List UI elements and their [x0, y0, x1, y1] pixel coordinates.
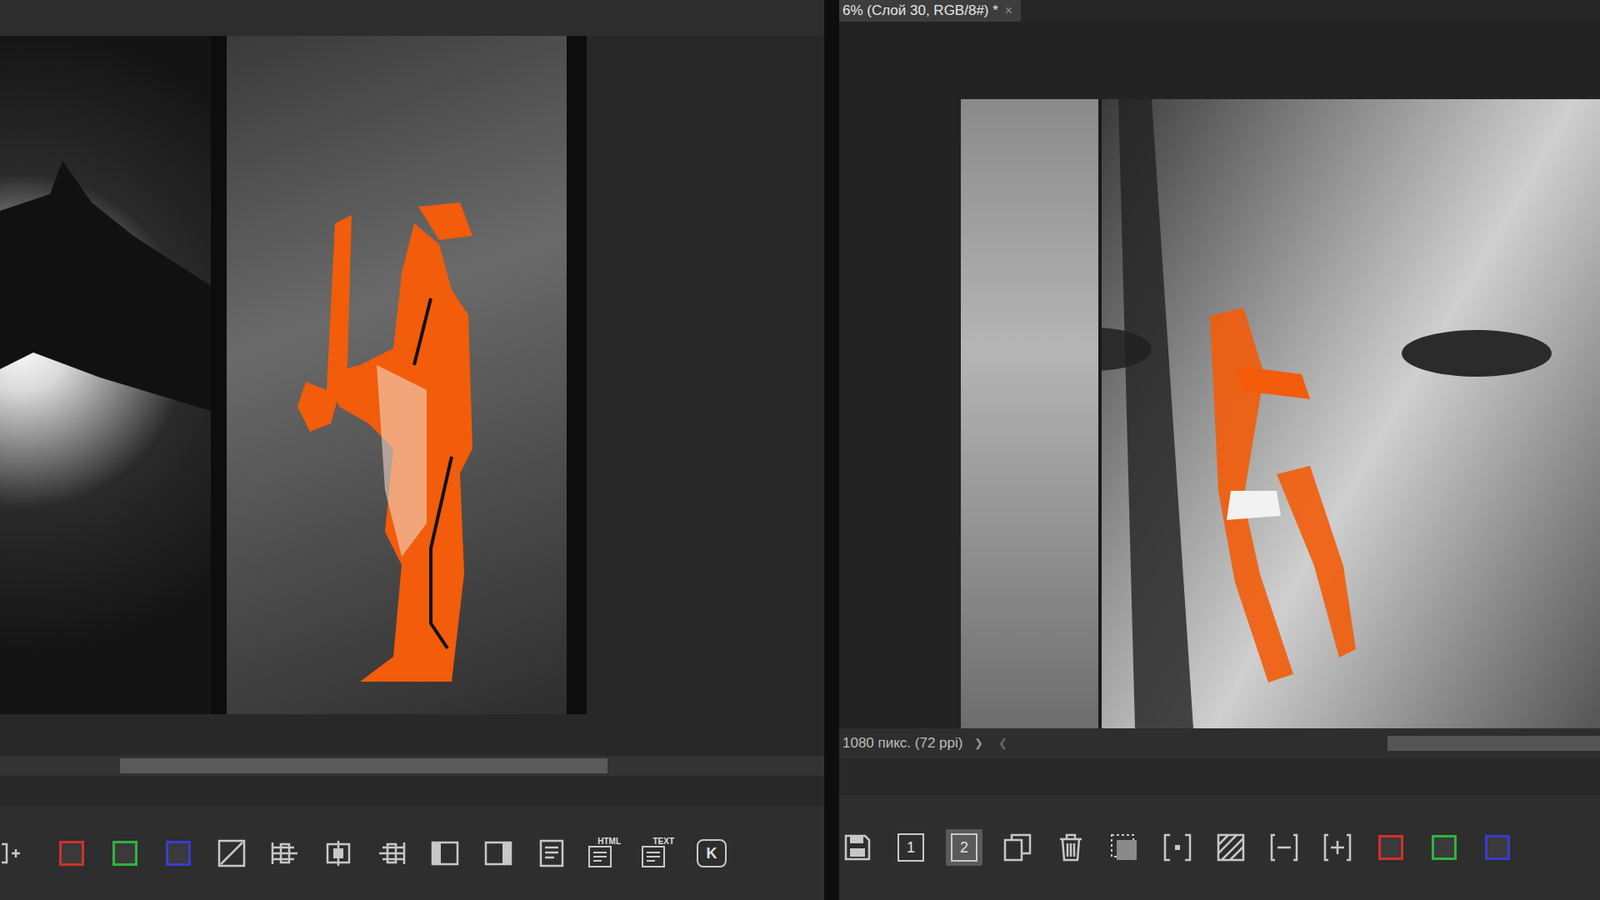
toolbar-button[interactable] — [1212, 829, 1250, 866]
right-document-panel: 6% (Слой 30, RGB/8#) * × — [839, 0, 1600, 900]
document-tab[interactable]: 6% (Слой 30, RGB/8#) * × — [839, 0, 1021, 22]
status: 1080 пикс. (72 ppi) — [839, 732, 963, 755]
toolbar-button[interactable] — [839, 829, 876, 866]
scroll-thumb[interactable] — [1387, 735, 1600, 751]
bracket-icon — [1161, 831, 1194, 864]
icon-label: 1 — [906, 840, 915, 855]
prev-arrow-icon[interactable]: ❮ — [998, 735, 1008, 752]
color-swatch-icon — [165, 840, 191, 866]
toolbar-button[interactable] — [480, 835, 517, 872]
icon-label: HTML — [596, 836, 622, 846]
panel-right-icon — [482, 837, 515, 870]
status-bar: 1080 пикс. (72 ppi) ❯ ❮ — [839, 728, 1600, 759]
page-icon: 2 — [950, 833, 978, 862]
color-swatch-icon — [1378, 835, 1404, 860]
save-icon — [841, 831, 874, 864]
trash-icon — [1055, 831, 1087, 864]
hatch-icon — [1215, 831, 1247, 864]
toolbar-button[interactable] — [533, 835, 570, 872]
toolbar-button[interactable] — [1159, 829, 1196, 866]
color-swatch-icon — [59, 840, 85, 866]
toolbar-button[interactable]: 1 — [892, 829, 930, 866]
next-arrow-icon[interactable]: ❯ — [974, 735, 984, 752]
toolbar-button[interactable] — [1479, 829, 1516, 866]
right-canvas — [839, 99, 1600, 729]
icon-label: TEXT — [651, 836, 675, 846]
toolbar-button[interactable]: TEXT — [640, 835, 677, 872]
photo-divider — [210, 35, 227, 715]
left-toolbar: HTML TEXT K — [0, 806, 825, 900]
toolbar-button[interactable] — [426, 835, 464, 872]
copy-icon — [1001, 831, 1034, 864]
page-icon: 1 — [897, 833, 925, 862]
align-left-icon — [269, 837, 301, 870]
align-right-icon — [375, 837, 408, 870]
icon-label: 2 — [960, 840, 969, 855]
toolbar-button[interactable]: 2 — [945, 829, 983, 866]
align-center-icon — [322, 837, 355, 870]
left-scrollbar[interactable] — [0, 755, 825, 776]
left-top-bar — [0, 0, 825, 36]
toolbar-button[interactable] — [1319, 829, 1356, 866]
document-label-icon: HTML — [588, 836, 622, 870]
plus-icon — [1321, 831, 1354, 864]
right-toolbar: 12 — [839, 795, 1600, 900]
photo-edge — [566, 35, 587, 715]
toolbar-button[interactable] — [1372, 829, 1410, 866]
toolbar-button[interactable] — [0, 835, 37, 872]
toolbar-button[interactable] — [320, 835, 357, 872]
toolbar-button[interactable] — [999, 829, 1036, 866]
document-label-icon: TEXT — [641, 836, 675, 870]
toolbar-button[interactable] — [1425, 829, 1463, 866]
partial-icon — [0, 837, 32, 870]
left-document-panel: HTML TEXT K — [0, 0, 825, 900]
photo-guitarist — [1101, 99, 1600, 729]
toolbar-button[interactable] — [373, 835, 410, 872]
photo-left-strip — [960, 99, 1099, 729]
tab-bar: 6% (Слой 30, RGB/8#) * × — [839, 0, 1600, 22]
toolbar-button[interactable] — [1105, 829, 1143, 866]
tab-title: 6% (Слой 30, RGB/8#) * — [842, 0, 999, 22]
toolbar-button[interactable] — [1052, 829, 1090, 866]
color-swatch-icon — [112, 840, 138, 866]
toolbar-button[interactable] — [53, 835, 90, 872]
doc-icon — [535, 837, 568, 870]
minus-icon — [1268, 831, 1300, 864]
panel-left-icon — [429, 837, 461, 870]
toolbar-button[interactable] — [106, 835, 144, 872]
panel-divider — [824, 0, 840, 900]
photo-hand — [0, 35, 211, 715]
color-swatch-icon — [1485, 835, 1510, 860]
left-canvas — [0, 35, 825, 715]
slash-icon — [215, 837, 248, 870]
select-icon — [1108, 831, 1140, 864]
icon-label: K — [706, 845, 718, 861]
photo-saxophonist — [226, 35, 567, 715]
toolbar-button[interactable] — [160, 835, 197, 872]
toolbar-button[interactable]: HTML — [586, 835, 624, 872]
close-icon[interactable]: × — [1005, 0, 1013, 21]
toolbar-button[interactable]: K — [693, 835, 730, 872]
k-badge-icon: K — [696, 839, 727, 868]
toolbar-button[interactable] — [1265, 829, 1303, 866]
toolbar-button[interactable] — [213, 835, 250, 872]
color-swatch-icon — [1431, 835, 1457, 860]
scroll-thumb[interactable] — [120, 758, 608, 774]
toolbar-button[interactable] — [266, 835, 304, 872]
